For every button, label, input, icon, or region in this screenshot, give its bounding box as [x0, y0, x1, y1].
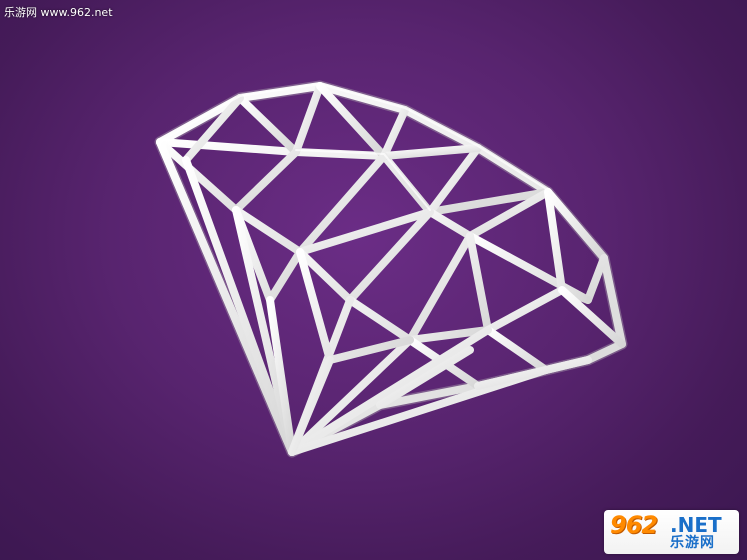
logo-subtitle: 乐游网	[670, 535, 715, 551]
diamond-rods	[156, 82, 626, 456]
site-logo: 962 .NET 乐游网	[604, 510, 739, 554]
site-watermark: 乐游网 www.962.net	[4, 6, 113, 19]
logo-number: 962	[610, 511, 658, 539]
diamond-wireframe	[154, 80, 628, 458]
scene-viewport: 乐游网 www.962.net 962 .NET 乐游网	[0, 0, 747, 560]
logo-domain: .NET	[670, 513, 722, 537]
